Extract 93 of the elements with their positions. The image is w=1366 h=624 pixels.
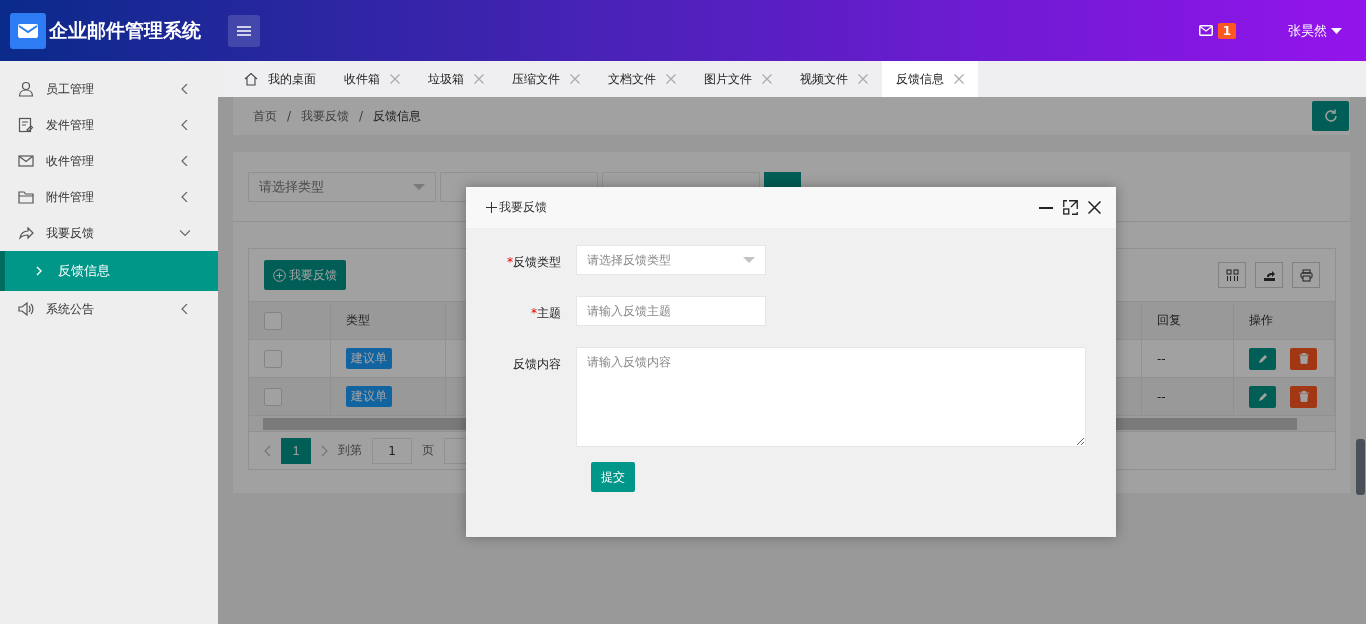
field-label: 反馈内容 <box>512 356 562 373</box>
mail-logo-icon <box>10 12 46 49</box>
type-select[interactable]: 请选择类型 <box>248 171 436 202</box>
trash-icon <box>1298 391 1309 402</box>
envelope-icon <box>18 153 34 169</box>
folder-icon <box>18 189 34 205</box>
close-icon[interactable] <box>474 74 484 84</box>
previous-page-icon[interactable] <box>264 444 271 457</box>
document-edit-icon <box>18 117 34 133</box>
goto-label: 到第 <box>338 442 362 459</box>
minimize-icon <box>1039 206 1053 209</box>
chevron-icon <box>36 266 42 276</box>
minimize-button[interactable] <box>1039 206 1053 209</box>
tab[interactable]: 压缩文件 <box>498 61 594 97</box>
pencil-icon <box>1257 391 1268 402</box>
export-icon <box>1262 268 1276 282</box>
page-label: 页 <box>422 442 434 459</box>
dialog-title: 我要反馈 <box>499 199 547 216</box>
breadcrumb-link[interactable]: 首页 <box>253 107 277 125</box>
page-number-field[interactable]: 1 <box>372 437 412 464</box>
sidebar-item[interactable]: 附件管理 <box>0 179 218 215</box>
columns-button[interactable] <box>1218 262 1246 288</box>
close-icon[interactable] <box>666 74 676 84</box>
app-title: 企业邮件管理系统 <box>49 17 201 43</box>
plus-circle-icon <box>273 268 286 282</box>
plus-icon <box>486 202 497 213</box>
tab[interactable]: 文档文件 <box>594 61 690 97</box>
select-all-checkbox[interactable] <box>264 311 282 330</box>
column-header: 操作 <box>1234 301 1335 339</box>
tab[interactable]: 收件箱 <box>330 61 414 97</box>
table-cell: -- <box>1142 377 1234 415</box>
sidebar-item[interactable]: 发件管理 <box>0 107 218 143</box>
sidebar-item[interactable]: 我要反馈 <box>0 215 218 251</box>
column-header: 类型 <box>331 301 446 339</box>
sidebar-item[interactable]: 收件管理 <box>0 143 218 179</box>
close-icon <box>1088 201 1101 214</box>
caret-icon <box>1331 27 1342 34</box>
caret-icon <box>743 257 755 263</box>
content-field[interactable]: 请输入反馈内容 <box>576 347 1086 447</box>
submit-button[interactable]: 提交 <box>591 462 635 492</box>
edit-button[interactable] <box>1249 347 1276 370</box>
sidebar-subitem[interactable]: 反馈信息 <box>0 251 218 291</box>
columns-icon <box>1225 268 1239 282</box>
count-badge: 1 <box>1217 22 1236 39</box>
delete-button[interactable] <box>1290 347 1317 370</box>
user-menu[interactable]: 张昊然 <box>1288 21 1342 40</box>
export-button[interactable] <box>1255 262 1283 288</box>
maximize-icon <box>1063 200 1078 215</box>
speaker-icon <box>18 301 34 317</box>
field-label: *主题 <box>530 305 562 322</box>
close-icon[interactable] <box>390 74 400 84</box>
maximize-button[interactable] <box>1063 200 1078 215</box>
type-tag: 建议单 <box>346 386 392 407</box>
refresh-icon <box>1323 109 1338 123</box>
print-button[interactable] <box>1292 262 1320 288</box>
menu-icon <box>237 25 251 36</box>
printer-icon <box>1299 268 1313 282</box>
tab[interactable]: 我的桌面 <box>230 61 330 97</box>
tab[interactable]: 垃圾箱 <box>414 61 498 97</box>
sidebar-item[interactable]: 系统公告 <box>0 291 218 327</box>
user-name: 张昊然 <box>1288 21 1327 40</box>
column-header: 回复 <box>1142 301 1234 339</box>
next-page-icon[interactable] <box>321 444 328 457</box>
trash-icon <box>1298 353 1309 364</box>
home-icon <box>244 72 258 86</box>
field-label: *反馈类型 <box>506 254 562 271</box>
mail-icon[interactable] <box>1198 25 1213 36</box>
breadcrumb-link[interactable]: 我要反馈 <box>301 107 350 125</box>
close-icon[interactable] <box>570 74 580 84</box>
breadcrumb-separator: / <box>359 109 364 123</box>
breadcrumb-separator: / <box>287 109 292 123</box>
tab[interactable]: 图片文件 <box>690 61 786 97</box>
close-icon[interactable] <box>858 74 868 84</box>
type-tag: 建议单 <box>346 348 392 369</box>
tab[interactable]: 视频文件 <box>786 61 882 97</box>
caret-icon <box>413 183 425 190</box>
close-icon[interactable] <box>954 74 964 84</box>
edit-button[interactable] <box>1249 385 1276 408</box>
delete-button[interactable] <box>1290 385 1317 408</box>
menu-button[interactable] <box>228 14 260 47</box>
subject-field[interactable]: 请输入反馈主题 <box>576 296 766 326</box>
pencil-icon <box>1257 353 1268 364</box>
close-button[interactable] <box>1088 201 1101 214</box>
scroll-handle[interactable] <box>1356 439 1365 495</box>
sidebar-item[interactable]: 员工管理 <box>0 71 218 107</box>
type-select[interactable]: 请选择反馈类型 <box>576 245 766 275</box>
share-arrow-icon <box>18 225 34 241</box>
row-checkbox[interactable] <box>264 349 282 368</box>
close-icon[interactable] <box>762 74 772 84</box>
person-icon <box>18 81 34 97</box>
tab[interactable]: 反馈信息 <box>882 61 978 97</box>
refresh-button[interactable] <box>1312 101 1349 131</box>
row-checkbox[interactable] <box>264 387 282 406</box>
